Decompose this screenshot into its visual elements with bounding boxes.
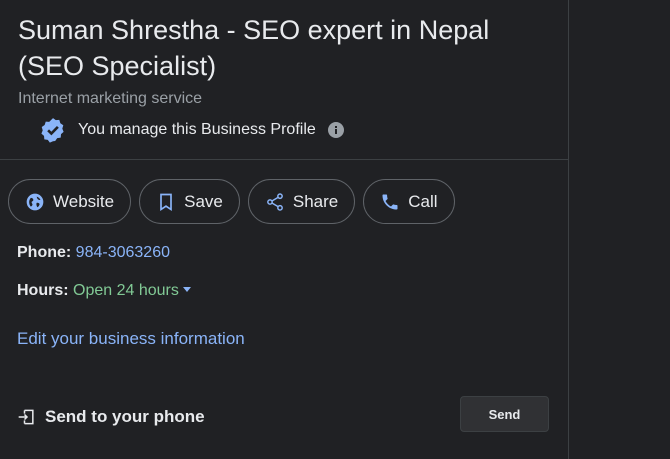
verified-badge-icon	[41, 118, 64, 143]
save-button-label: Save	[184, 191, 223, 211]
hours-row: Hours: Open 24 hours	[17, 282, 191, 300]
business-profile-panel: Suman Shrestha - SEO expert in Nepal (SE…	[0, 0, 569, 459]
send-to-phone-label: Send to your phone	[45, 407, 205, 426]
phone-row: Phone: 984-3063260	[17, 244, 170, 262]
action-buttons: Website Save Share Call	[8, 179, 455, 224]
hours-status: Open 24 hours	[73, 282, 179, 299]
hours-toggle[interactable]: Open 24 hours	[73, 282, 191, 299]
send-button[interactable]: Send	[460, 396, 549, 432]
business-name: Suman Shrestha - SEO expert in Nepal (SE…	[18, 15, 490, 81]
chevron-down-icon	[182, 287, 191, 292]
divider	[0, 159, 569, 160]
business-category: Internet marketing service	[18, 90, 203, 107]
share-button-label: Share	[292, 191, 339, 211]
hours-label: Hours:	[17, 282, 69, 299]
call-button[interactable]: Call	[363, 179, 455, 224]
globe-icon	[26, 193, 44, 210]
info-icon[interactable]	[327, 122, 344, 138]
share-icon	[266, 192, 283, 211]
phone-number-link[interactable]: 984-3063260	[76, 244, 170, 261]
call-button-label: Call	[408, 191, 438, 211]
managed-profile-notice: You manage this Business Profile	[40, 116, 344, 144]
bookmark-icon	[160, 193, 172, 211]
phone-icon	[382, 194, 398, 209]
edit-business-info-link[interactable]: Edit your business information	[17, 329, 245, 349]
phone-label: Phone:	[17, 244, 72, 261]
share-button[interactable]: Share	[247, 179, 356, 224]
send-to-phone: Send to your phone	[17, 406, 205, 428]
website-button-label: Website	[53, 191, 115, 211]
save-button[interactable]: Save	[139, 179, 240, 224]
website-button[interactable]: Website	[8, 179, 132, 224]
send-to-device-icon	[18, 409, 34, 425]
managed-profile-text: You manage this Business Profile	[78, 121, 316, 138]
